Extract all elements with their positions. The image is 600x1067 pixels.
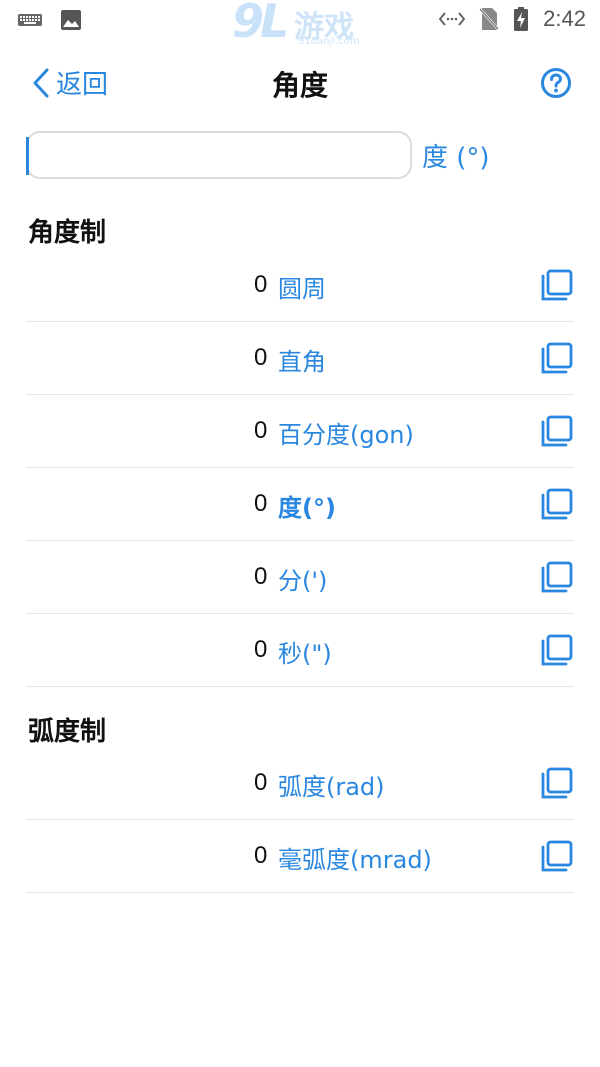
data-sync-icon <box>439 12 466 26</box>
list-item[interactable]: 0 直角 <box>26 322 574 395</box>
watermark-logo: 9L 游戏 91danji.com <box>232 0 372 54</box>
page-title: 角度 <box>271 69 328 102</box>
section-title-radian-system: 弧度制 <box>28 717 107 747</box>
list-item[interactable]: 0 圆周 <box>26 249 574 322</box>
row-value: 0 <box>254 636 268 663</box>
help-icon[interactable] <box>540 67 572 99</box>
copy-icon[interactable] <box>540 487 574 521</box>
row-unit: 度(°) <box>278 494 336 522</box>
row-value: 0 <box>254 344 268 371</box>
copy-icon[interactable] <box>540 414 574 448</box>
copy-icon[interactable] <box>540 839 574 873</box>
status-bar: 9L 游戏 91danji.com 2:42 <box>0 0 600 48</box>
watermark-number: 9L <box>232 0 289 48</box>
list-item[interactable]: 0 百分度(gon) <box>26 395 574 468</box>
status-left-icons <box>18 9 82 31</box>
nav-bar: 返回 角度 <box>0 54 600 112</box>
row-value: 0 <box>254 417 268 444</box>
list-item-selected[interactable]: 0 度(°) <box>26 468 574 541</box>
list-item[interactable]: 0 秒(") <box>26 614 574 687</box>
row-unit: 百分度(gon) <box>278 421 414 449</box>
row-divider <box>26 686 574 687</box>
value-input-row: 度 (°) <box>26 131 586 183</box>
row-divider <box>26 892 574 893</box>
copy-icon[interactable] <box>540 633 574 667</box>
row-unit: 圆周 <box>278 275 326 303</box>
status-time: 2:42 <box>543 6 586 31</box>
row-unit: 分(') <box>278 567 328 595</box>
image-icon <box>61 10 81 30</box>
row-unit: 毫弧度(mrad) <box>278 846 432 874</box>
section-title-degree-system: 角度制 <box>28 218 107 248</box>
copy-icon[interactable] <box>540 341 574 375</box>
text-caret <box>26 137 29 175</box>
row-unit: 直角 <box>278 348 326 376</box>
row-value: 0 <box>254 490 268 517</box>
row-unit: 秒(") <box>278 640 332 668</box>
keyboard-icon <box>18 14 42 26</box>
no-sim-icon <box>479 8 500 30</box>
row-unit: 弧度(rad) <box>278 773 385 801</box>
watermark-url: 91danji.com <box>298 36 360 47</box>
row-value: 0 <box>254 271 268 298</box>
row-value: 0 <box>254 563 268 590</box>
input-unit-label[interactable]: 度 (°) <box>422 137 490 174</box>
list-item[interactable]: 0 毫弧度(mrad) <box>26 820 574 893</box>
status-right-icons: 2:42 <box>439 6 586 32</box>
value-input[interactable] <box>26 131 412 179</box>
battery-charging-icon <box>514 7 529 31</box>
list-item[interactable]: 0 弧度(rad) <box>26 747 574 820</box>
copy-icon[interactable] <box>540 268 574 302</box>
row-value: 0 <box>254 769 268 796</box>
list-item[interactable]: 0 分(') <box>26 541 574 614</box>
copy-icon[interactable] <box>540 560 574 594</box>
row-value: 0 <box>254 842 268 869</box>
copy-icon[interactable] <box>540 766 574 800</box>
